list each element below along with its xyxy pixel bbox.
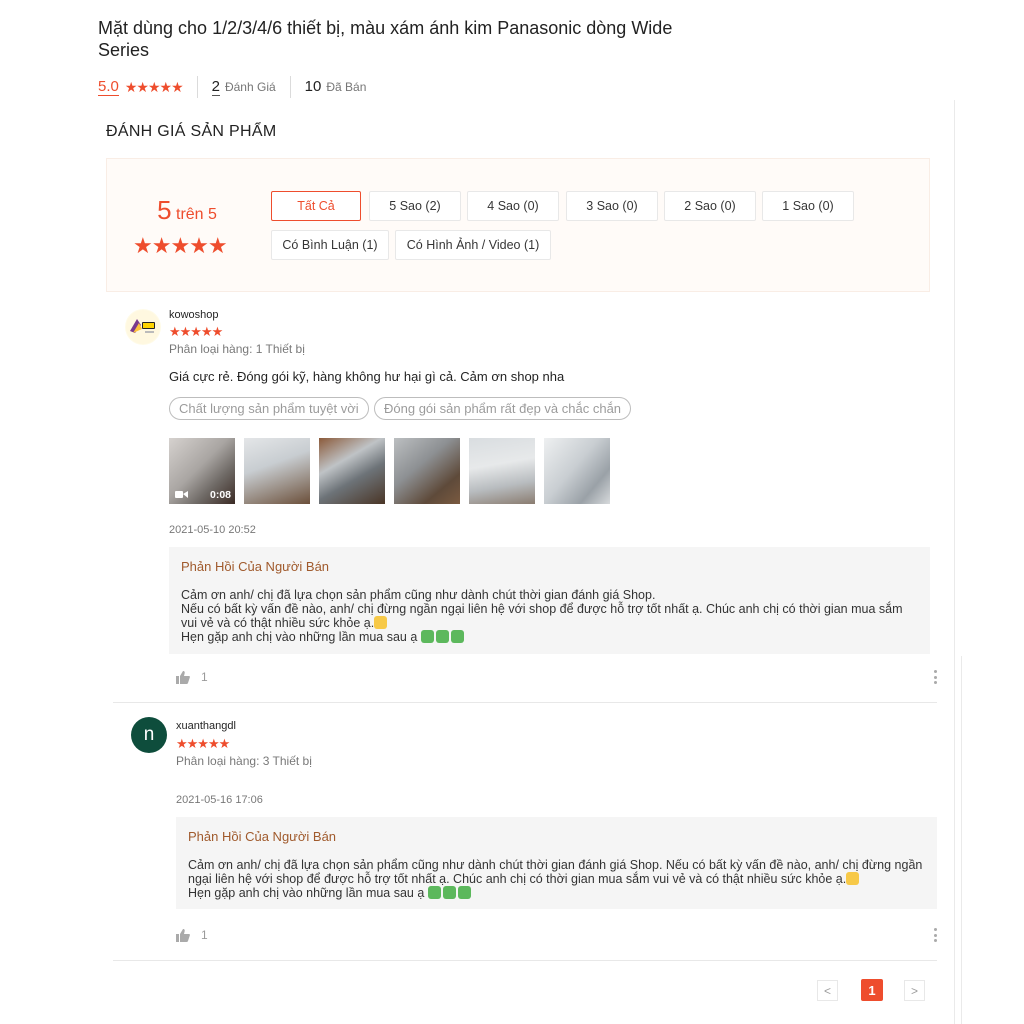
thumbs-up-icon	[176, 928, 190, 942]
filter-3-star[interactable]: 3 Sao (0)	[566, 191, 658, 221]
filter-with-media[interactable]: Có Hình Ảnh / Video (1)	[395, 230, 551, 260]
avatar-letter: n	[143, 724, 155, 745]
review-variation: Phân loại hàng: 3 Thiết bị	[176, 754, 312, 768]
seller-reply: Phản Hồi Của Người Bán Cảm ơn anh/ chị đ…	[169, 547, 930, 654]
section-title: ĐÁNH GIÁ SẢN PHẨM	[106, 123, 277, 140]
seller-reply-title: Phản Hồi Của Người Bán	[181, 559, 330, 574]
like-button[interactable]: 1	[176, 928, 208, 942]
summary-reviews[interactable]: 2 Đánh Giá	[211, 76, 291, 98]
panel-border	[961, 656, 962, 1024]
bow-emoji-icon	[457, 886, 471, 899]
avatar[interactable]: n	[131, 717, 167, 753]
rating-summary: 5.0 ★★★★★ 2 Đánh Giá 10 Đã Bán	[98, 76, 394, 98]
seller-reply-body: Cảm ơn anh/ chị đã lựa chọn sản phẩm cũn…	[188, 858, 926, 886]
review-divider	[113, 960, 937, 961]
review-time: 2021-05-10 20:52	[169, 524, 256, 536]
sold-label: Đã Bán	[326, 80, 367, 94]
review-video-thumbnail[interactable]: 0:08	[169, 438, 235, 504]
smile-emoji-icon	[846, 872, 860, 885]
bow-emoji-icon	[435, 630, 449, 643]
star-icon: ★★★★★	[124, 78, 184, 95]
smile-emoji-icon	[374, 616, 388, 629]
filter-with-comment[interactable]: Có Bình Luận (1)	[271, 230, 389, 260]
bow-emoji-icon	[442, 886, 456, 899]
review-image-thumbnail[interactable]	[319, 438, 385, 504]
seller-reply-end: Hẹn gặp anh chị vào những lần mua sau ạ	[188, 886, 425, 900]
video-camera-icon	[175, 491, 188, 498]
review-image-thumbnail[interactable]	[394, 438, 460, 504]
seller-reply-text: Cảm ơn anh/ chị đã lựa chọn sản phẩm cũn…	[181, 588, 918, 644]
review-tag: Đóng gói sản phẩm rất đẹp và chắc chắn	[374, 397, 632, 420]
summary-sold: 10 Đã Bán	[305, 76, 381, 98]
star-icon: ★★★★★	[176, 736, 230, 751]
bow-emoji-icon	[420, 630, 434, 643]
review-image-thumbnail[interactable]	[544, 438, 610, 504]
like-count: 1	[201, 928, 208, 942]
star-icon: ★★★★★	[133, 233, 228, 258]
bow-emoji-icon	[450, 630, 464, 643]
more-vertical-icon[interactable]	[933, 928, 937, 942]
chevron-left-icon[interactable]: <	[817, 980, 838, 1001]
avatar[interactable]	[125, 309, 161, 345]
rating-overview: 5 trên 5 ★★★★★ Tất Cả 5 Sao (2) 4 Sao (0…	[106, 158, 930, 292]
like-count: 1	[201, 670, 208, 684]
review-label: Đánh Giá	[224, 80, 276, 94]
review-image-thumbnail[interactable]	[244, 438, 310, 504]
review-count: 2	[211, 77, 220, 96]
review-tag: Chất lượng sản phẩm tuyệt vời	[169, 397, 369, 420]
shop-logo-icon	[126, 310, 160, 344]
summary-rating[interactable]: 5.0 ★★★★★	[98, 76, 198, 98]
filter-1-star[interactable]: 1 Sao (0)	[762, 191, 854, 221]
seller-reply-body: Cảm ơn anh/ chị đã lựa chọn sản phẩm cũn…	[181, 588, 903, 630]
rating-value: 5.0	[98, 77, 119, 96]
overall-score: 5 trên 5	[137, 195, 237, 226]
more-vertical-icon[interactable]	[933, 670, 937, 684]
product-title: Mặt dùng cho 1/2/3/4/6 thiết bị, màu xám…	[98, 18, 673, 60]
filter-all[interactable]: Tất Cả	[271, 191, 361, 221]
filter-2-star[interactable]: 2 Sao (0)	[664, 191, 756, 221]
review-time: 2021-05-16 17:06	[176, 794, 263, 806]
score-value: 5	[157, 195, 172, 225]
review-variation: Phân loại hàng: 1 Thiết bị	[169, 342, 305, 356]
bow-emoji-icon	[427, 886, 441, 899]
filter-5-star[interactable]: 5 Sao (2)	[369, 191, 461, 221]
review-username[interactable]: xuanthangdl	[176, 720, 236, 732]
seller-reply-title: Phản Hồi Của Người Bán	[188, 829, 337, 844]
page-current[interactable]: 1	[861, 979, 883, 1001]
review-image-thumbnail[interactable]	[469, 438, 535, 504]
review-username[interactable]: kowoshop	[169, 309, 219, 321]
seller-reply: Phản Hồi Của Người Bán Cảm ơn anh/ chị đ…	[176, 817, 937, 909]
like-button[interactable]: 1	[176, 670, 208, 684]
thumbs-up-icon	[176, 670, 190, 684]
filter-4-star[interactable]: 4 Sao (0)	[467, 191, 559, 221]
review-comment: Giá cực rẻ. Đóng gói kỹ, hàng không hư h…	[169, 369, 565, 384]
star-icon: ★★★★★	[169, 324, 223, 339]
video-duration: 0:08	[209, 489, 231, 501]
review-divider	[113, 702, 937, 703]
chevron-right-icon[interactable]: >	[904, 980, 925, 1001]
seller-reply-end: Hẹn gặp anh chị vào những lần mua sau ạ	[181, 630, 418, 644]
panel-border	[954, 100, 955, 1024]
sold-count: 10	[304, 78, 322, 95]
seller-reply-text: Cảm ơn anh/ chị đã lựa chọn sản phẩm cũn…	[188, 858, 925, 900]
score-suffix: trên 5	[176, 206, 217, 223]
